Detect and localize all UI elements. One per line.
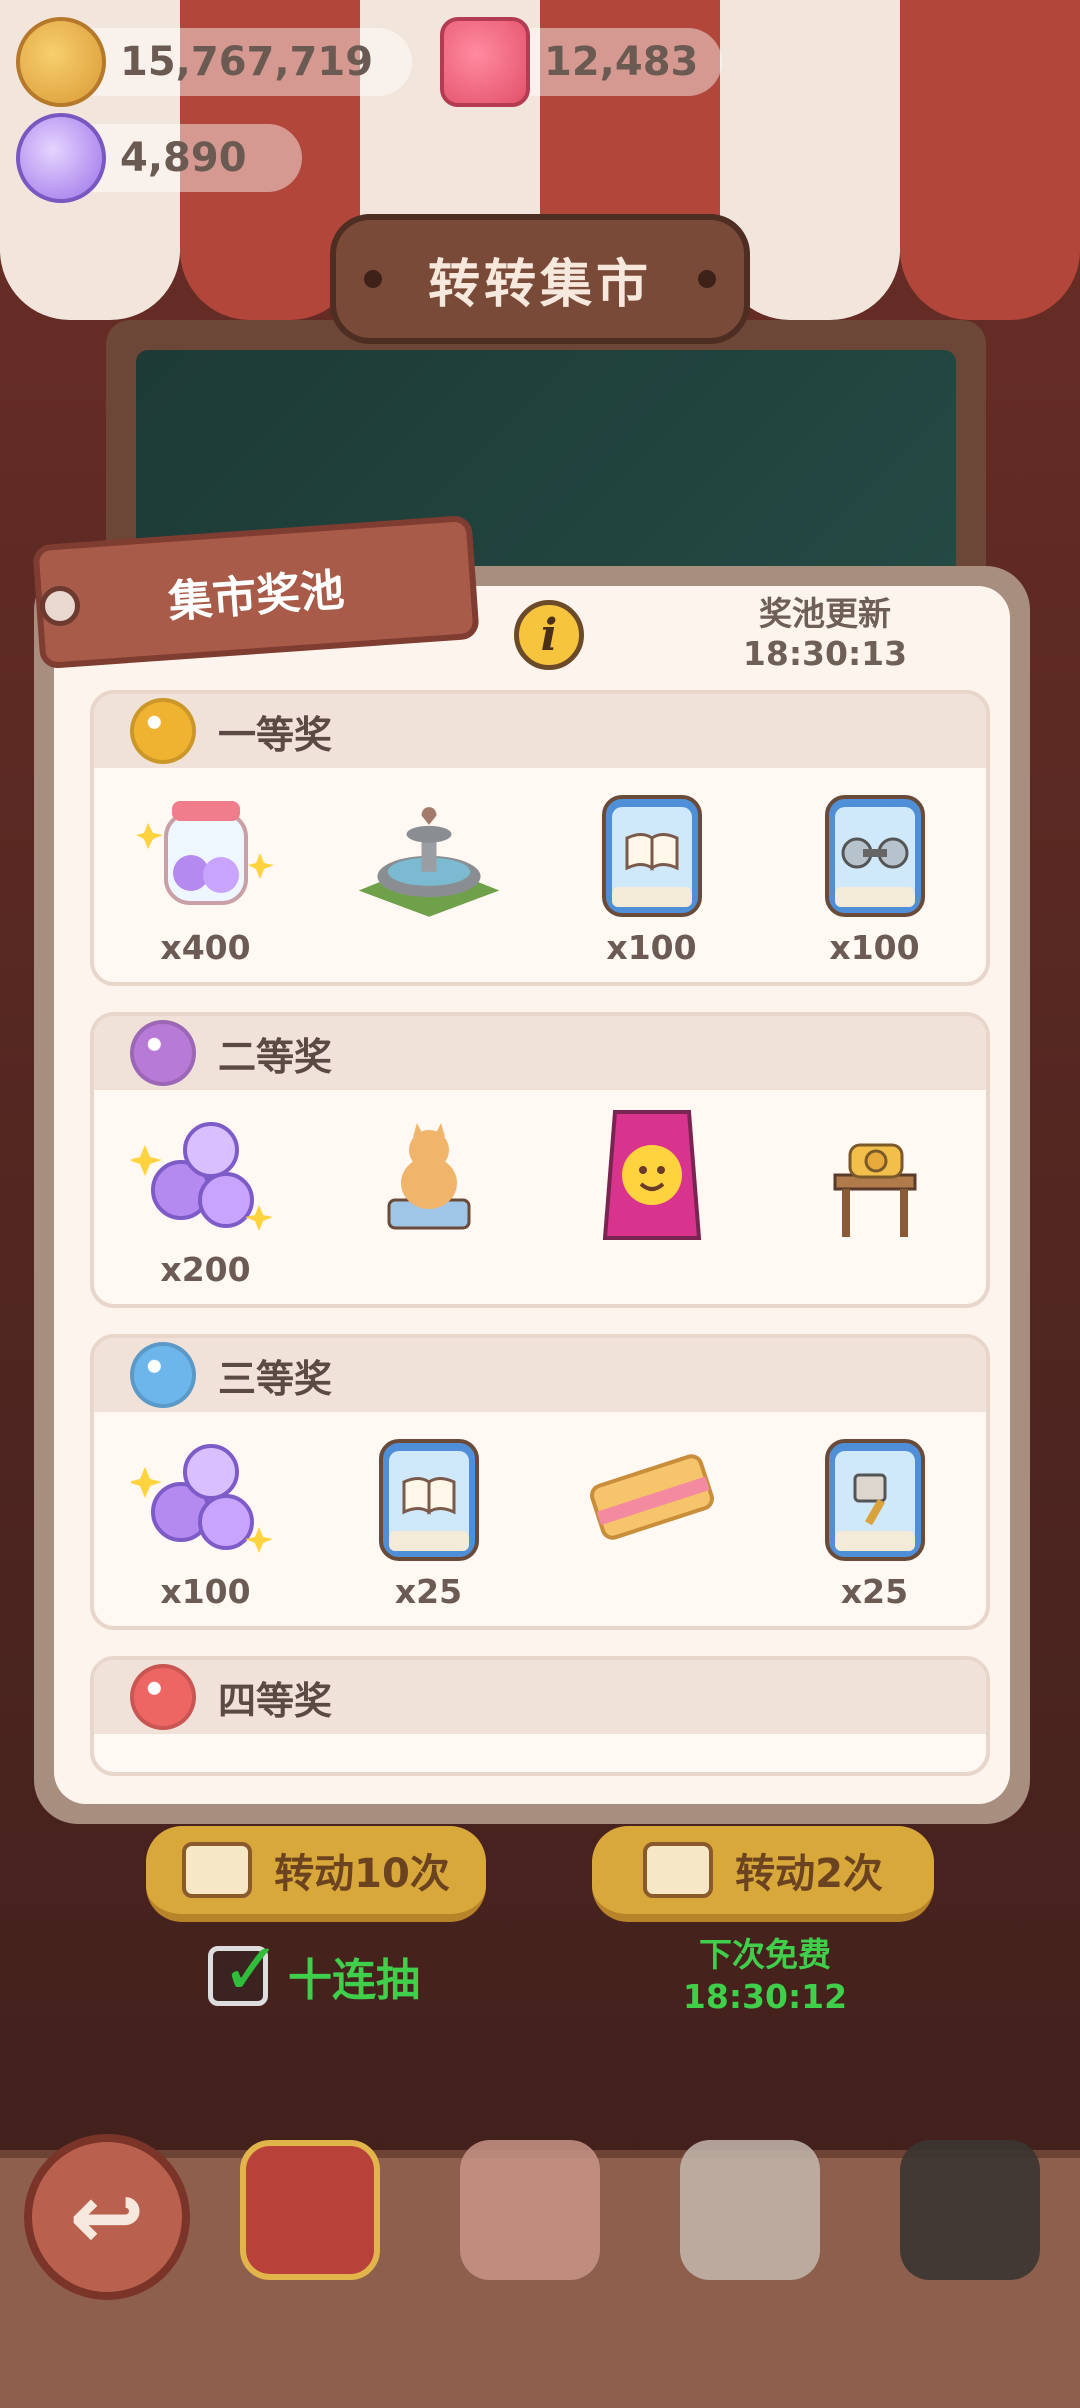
spin-2-button[interactable]: 转动2次 — [592, 1826, 934, 1922]
rabbit-icon[interactable] — [460, 2140, 600, 2280]
next-free-time: 18:30:12 — [682, 1977, 848, 2016]
biscuit-icon — [577, 1422, 727, 1572]
cookie-icon — [16, 17, 106, 107]
next-free-info: 下次免费 18:30:12 — [650, 1934, 880, 2018]
market-title: 转转集市 — [330, 214, 750, 344]
prize-tier-header: 四等奖 — [94, 1660, 986, 1734]
tier-ball-icon — [130, 1664, 196, 1730]
market-title-text: 转转集市 — [427, 254, 652, 315]
jelly-icon — [440, 17, 530, 107]
prize-quantity: x100 — [829, 928, 920, 967]
nail-icon — [364, 270, 382, 288]
video-icon — [643, 1842, 714, 1898]
prize-tier-title: 三等奖 — [218, 1356, 333, 1401]
prize-tier-card: 一等奖 x400 x100 x100 — [90, 690, 990, 986]
fountain-icon — [354, 778, 504, 928]
book-card-icon — [577, 778, 727, 928]
cat-statue-icon — [354, 1100, 504, 1250]
prize-quantity: x25 — [840, 1572, 909, 1611]
prize-tier-card: 四等奖 — [90, 1656, 990, 1776]
tier-ball-icon — [130, 1020, 196, 1086]
candy-jar-icon — [131, 778, 281, 928]
prize-tier-header: 一等奖 — [94, 694, 986, 768]
info-icon[interactable]: i — [514, 600, 584, 670]
prize-item[interactable]: x400 — [94, 768, 317, 982]
prize-quantity: x25 — [394, 1572, 463, 1611]
telephone-table-icon — [800, 1100, 950, 1250]
prize-quantity: x100 — [606, 928, 697, 967]
checkmark-icon: ✓ — [221, 1927, 282, 2011]
candy-count: 4,890 — [120, 135, 247, 181]
prize-tier-title: 一等奖 — [218, 712, 333, 757]
pool-refresh: 奖池更新 18:30:13 — [730, 594, 920, 674]
prize-tier-card: 二等奖 x200 — [90, 1012, 990, 1308]
prize-tier-card: 三等奖 x100 x25 x25 — [90, 1334, 990, 1630]
pool-refresh-time: 18:30:13 — [742, 634, 908, 673]
prize-item[interactable] — [540, 1412, 763, 1626]
jelly-count: 12,483 — [544, 39, 699, 85]
prize-quantity: x100 — [160, 1572, 251, 1611]
cookie-currency[interactable]: 15,767,719 — [16, 17, 412, 107]
lion-dance-icon[interactable] — [240, 2140, 380, 2280]
prize-tier-title: 二等奖 — [218, 1034, 333, 1079]
candies-icon — [130, 1100, 281, 1250]
candy-currency[interactable]: 4,890 — [16, 113, 302, 203]
prize-item[interactable]: x100 — [94, 1412, 317, 1626]
prize-item[interactable]: x25 — [317, 1412, 540, 1626]
ten-draw-label: 十连抽 — [288, 1955, 420, 2006]
prize-item[interactable]: x100 — [763, 768, 986, 982]
spin-2-label: 转动2次 — [735, 1851, 883, 1897]
back-button[interactable]: ↩ — [24, 2134, 190, 2300]
ten-draw-toggle[interactable]: ✓ 十连抽 — [208, 1933, 420, 2008]
tag-rope-icon — [40, 586, 80, 626]
ten-draw-checkbox[interactable]: ✓ — [208, 1933, 281, 2006]
prize-quantity: x200 — [160, 1250, 251, 1289]
prize-item[interactable] — [763, 1090, 986, 1304]
spatula-card-icon — [800, 1422, 950, 1572]
candies-icon — [130, 1422, 281, 1572]
book-card-icon — [354, 1422, 504, 1572]
back-arrow-icon: ↩ — [69, 2164, 145, 2270]
dumbbell-card-icon — [800, 778, 950, 928]
prize-pool-title: 集市奖池 — [166, 564, 346, 629]
snack-bag-icon — [577, 1100, 727, 1250]
tier-ball-icon — [130, 698, 196, 764]
machine-icon[interactable] — [900, 2140, 1040, 2280]
next-free-label: 下次免费 — [699, 1935, 831, 1974]
prize-quantity: x400 — [160, 928, 251, 967]
prize-tier-header: 二等奖 — [94, 1016, 986, 1090]
candy-icon — [16, 113, 106, 203]
prize-item[interactable]: x25 — [763, 1412, 986, 1626]
prize-item[interactable] — [317, 1090, 540, 1304]
prize-tier-header: 三等奖 — [94, 1338, 986, 1412]
prize-item[interactable] — [317, 768, 540, 982]
ticket-icon — [182, 1842, 253, 1898]
prize-item[interactable] — [540, 1090, 763, 1304]
prize-item[interactable]: x100 — [540, 768, 763, 982]
spin-10-label: 转动10次 — [274, 1851, 450, 1897]
jelly-currency[interactable]: 12,483 — [440, 17, 722, 107]
prize-item[interactable]: x200 — [94, 1090, 317, 1304]
spin-10-button[interactable]: 转动10次 — [146, 1826, 486, 1922]
house-icon[interactable] — [680, 2140, 820, 2280]
tier-ball-icon — [130, 1342, 196, 1408]
prize-tier-title: 四等奖 — [218, 1678, 333, 1723]
nail-icon — [698, 270, 716, 288]
pool-refresh-label: 奖池更新 — [759, 594, 891, 633]
cookie-count: 15,767,719 — [120, 39, 374, 85]
